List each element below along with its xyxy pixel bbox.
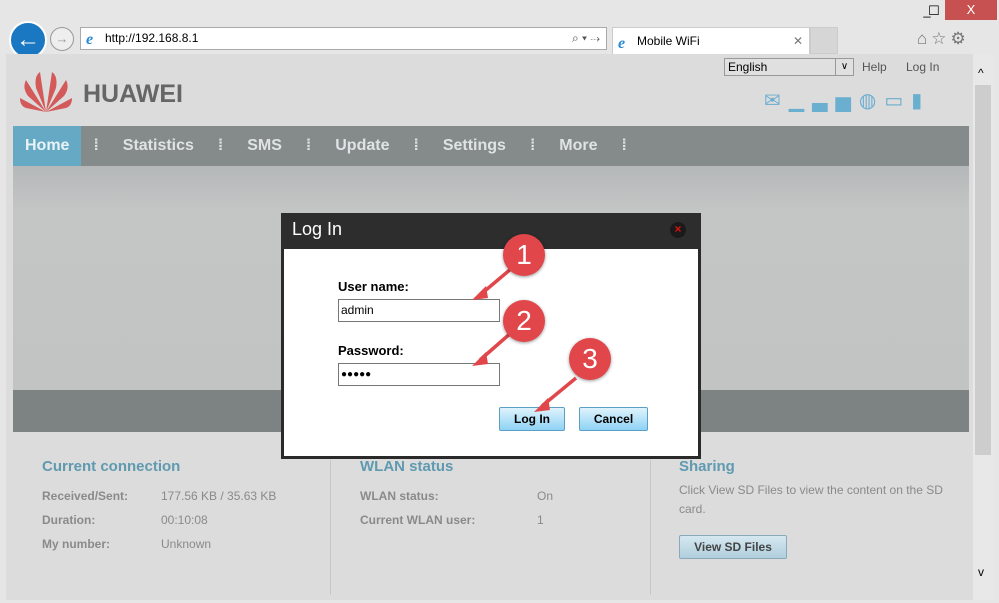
annotation-badge-2: 2 — [503, 300, 545, 342]
username-label: User name: — [338, 279, 409, 294]
status-icons: ✉▁▃▅◍▭▮ — [764, 88, 930, 113]
password-label: Password: — [338, 343, 404, 358]
close-dialog-icon[interactable]: × — [670, 222, 686, 238]
nav-sms[interactable]: SMS — [235, 126, 294, 166]
home-star-gear-icons[interactable]: ⌂☆⚙ — [917, 29, 970, 49]
search-refresh-icon[interactable]: ⌕ ▾ ⇢ — [572, 28, 600, 49]
login-link[interactable]: Log In — [906, 60, 939, 74]
new-tab-button[interactable] — [810, 27, 838, 54]
huawei-logo-icon — [20, 72, 72, 112]
wifi-device-icon: ▭ — [884, 90, 912, 112]
main-nav: Home ⁞ Statistics ⁞ SMS ⁞ Update ⁞ Settings ⁞ More… — [13, 126, 969, 166]
current-connection-panel: Current connection Received/Sent: 177.56 … — [42, 458, 277, 551]
url-text: http://192.168.8.1 — [105, 31, 199, 45]
brand-name: HUAWEI — [83, 80, 183, 108]
sharing-panel: Sharing Click View SD Files to view the … — [679, 458, 954, 559]
signal-icon: ▁▃▅ — [788, 90, 859, 112]
nav-statistics[interactable]: Statistics — [111, 126, 206, 166]
help-link[interactable]: Help — [862, 60, 887, 74]
dialog-title: Log In — [281, 213, 701, 249]
annotation-badge-3: 3 — [569, 338, 611, 380]
scroll-down-icon[interactable]: v — [978, 565, 984, 579]
tab-mobile-wifi[interactable]: e Mobile WiFi ✕ — [612, 27, 810, 54]
address-bar[interactable]: e http://192.168.8.1 ⌕ ▾ ⇢ — [80, 27, 607, 50]
wlan-status-panel: WLAN status WLAN status: On Current WLAN … — [360, 458, 554, 527]
globe-icon: ◍ — [858, 90, 885, 112]
forward-button[interactable]: → — [50, 27, 74, 51]
ie-icon: e — [86, 31, 94, 48]
nav-settings[interactable]: Settings — [431, 126, 518, 166]
nav-update[interactable]: Update — [323, 126, 401, 166]
view-sd-files-button[interactable]: View SD Files — [679, 535, 787, 559]
tab-title: Mobile WiFi — [637, 34, 700, 48]
language-select[interactable]: English ∨ — [724, 58, 854, 76]
close-window-button[interactable]: X — [945, 0, 997, 20]
close-tab-icon[interactable]: ✕ — [793, 28, 803, 54]
nav-more[interactable]: More — [547, 126, 609, 166]
annotation-badge-1: 1 — [503, 234, 545, 276]
nav-home[interactable]: Home — [13, 126, 82, 166]
scroll-up-icon[interactable]: ^ — [978, 66, 984, 80]
battery-icon: ▮ — [911, 90, 931, 112]
scrollbar-thumb[interactable] — [975, 85, 991, 455]
mail-icon: ✉ — [764, 90, 789, 112]
